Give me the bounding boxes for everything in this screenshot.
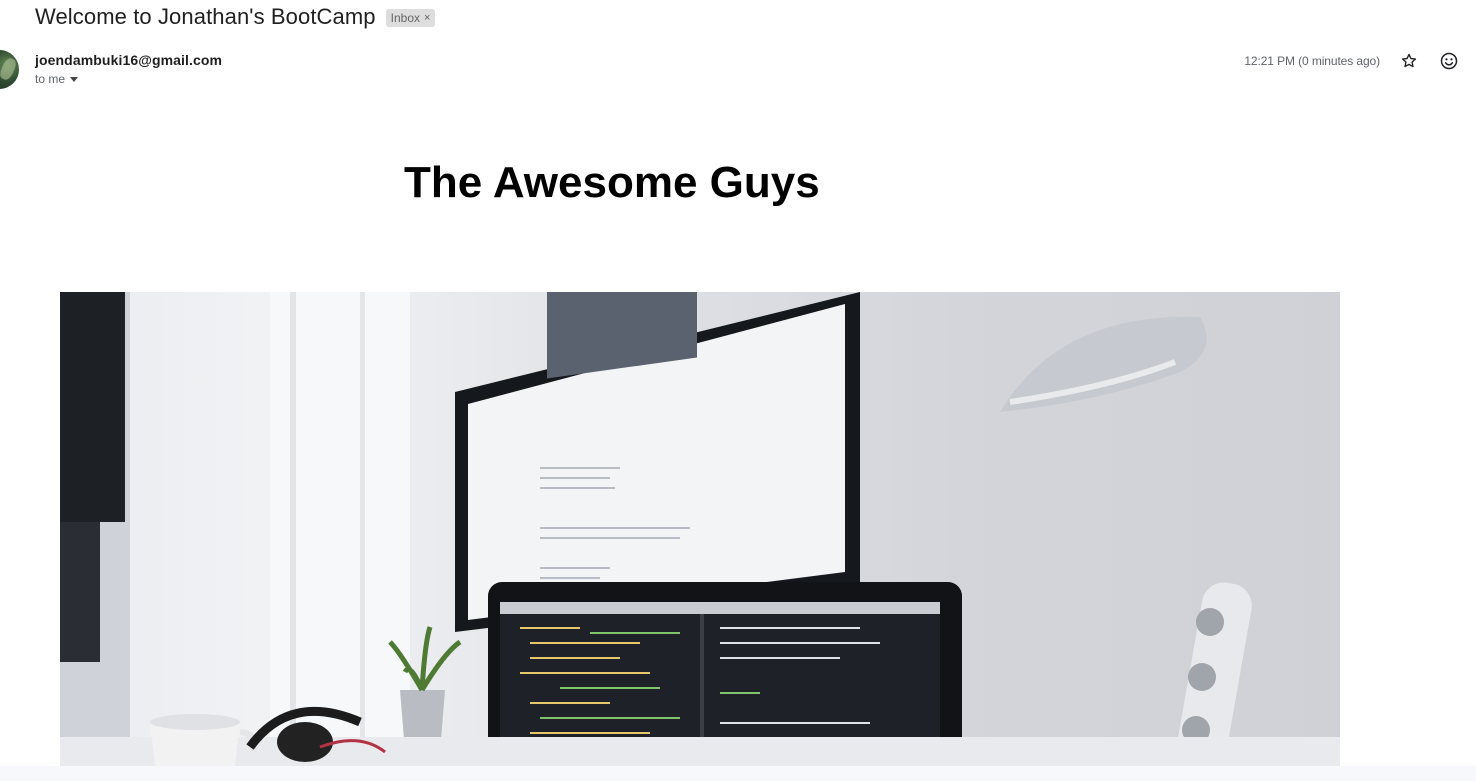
inbox-label-chip[interactable]: Inbox × bbox=[385, 9, 436, 27]
message-actions: 12:21 PM (0 minutes ago) bbox=[1244, 50, 1460, 72]
chevron-down-icon[interactable] bbox=[70, 77, 79, 82]
label-text: Inbox bbox=[390, 11, 420, 25]
sender-block: joendambuki16@gmail.com to me bbox=[35, 52, 222, 86]
email-view: Welcome to Jonathan's BootCamp Inbox × j… bbox=[0, 0, 1476, 781]
recipient-details-toggle[interactable]: to me bbox=[35, 72, 222, 86]
remove-label-icon[interactable]: × bbox=[424, 10, 430, 26]
star-icon[interactable] bbox=[1398, 50, 1420, 72]
sender-email[interactable]: joendambuki16@gmail.com bbox=[35, 52, 222, 68]
avatar[interactable] bbox=[0, 50, 19, 89]
email-subject: Welcome to Jonathan's BootCamp bbox=[35, 4, 376, 29]
recipient-text: to me bbox=[35, 72, 66, 86]
footer-strip bbox=[0, 766, 1476, 781]
emoji-reaction-icon[interactable] bbox=[1438, 50, 1460, 72]
subject-row: Welcome to Jonathan's BootCamp Inbox × bbox=[35, 4, 436, 30]
workspace-photo bbox=[60, 292, 1340, 766]
timestamp: 12:21 PM (0 minutes ago) bbox=[1244, 54, 1380, 68]
email-heading: The Awesome Guys bbox=[404, 158, 820, 207]
